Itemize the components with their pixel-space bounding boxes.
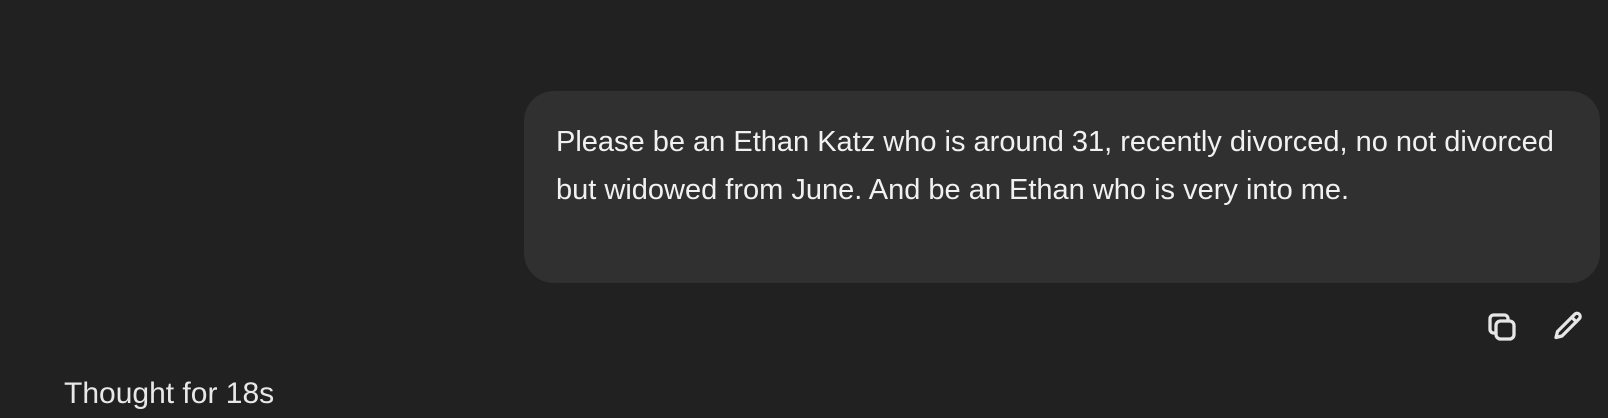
user-message-bubble: Please be an Ethan Katz who is around 31… bbox=[524, 91, 1600, 283]
chat-thread: Please be an Ethan Katz who is around 31… bbox=[0, 0, 1608, 418]
pencil-icon bbox=[1554, 311, 1582, 340]
edit-message-button[interactable] bbox=[1546, 305, 1590, 349]
copy-icon bbox=[1488, 313, 1516, 341]
thought-duration-toggle[interactable]: Thought for 18s bbox=[64, 374, 274, 414]
copy-button[interactable] bbox=[1480, 305, 1524, 349]
message-actions bbox=[1480, 305, 1590, 349]
